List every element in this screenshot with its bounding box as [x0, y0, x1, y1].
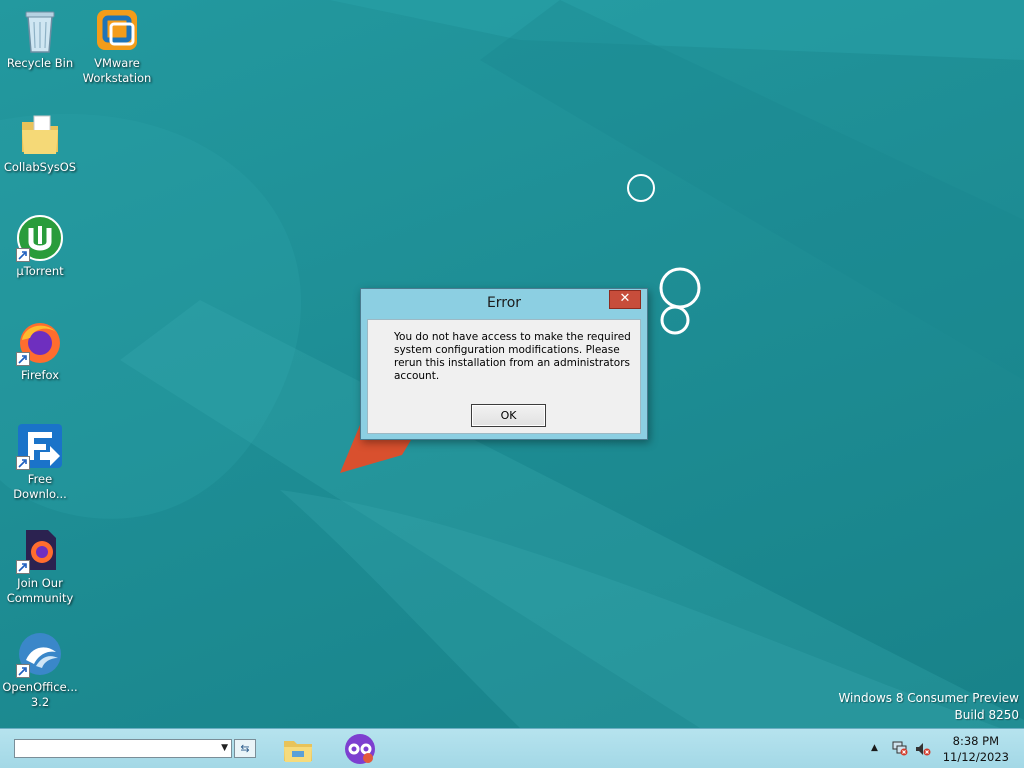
error-dialog: Error ✕ You do not have access to make t… [360, 288, 648, 440]
dialog-body: You do not have access to make the requi… [367, 319, 641, 434]
shortcut-arrow-icon [16, 664, 30, 678]
dialog-message: You do not have access to make the requi… [394, 331, 631, 382]
shortcut-arrow-icon [16, 560, 30, 574]
desktop-icon-firefox[interactable]: Firefox [0, 318, 80, 383]
desktop: Recycle Bin VMware Workstation CollabSys… [0, 0, 1024, 728]
desktop-icon-collabsysos[interactable]: CollabSysOS [0, 110, 80, 175]
file-explorer-icon[interactable] [281, 732, 315, 766]
volume-muted-icon[interactable] [915, 741, 931, 760]
shortcut-arrow-icon [16, 456, 30, 470]
shortcut-arrow-icon [16, 352, 30, 366]
desktop-icon-recycle-bin[interactable]: Recycle Bin [0, 6, 80, 71]
firefox-icon [16, 318, 64, 366]
desktop-icon-label: Recycle Bin [6, 56, 74, 70]
dialog-titlebar[interactable]: Error [361, 289, 647, 318]
shortcut-arrow-icon [16, 248, 30, 262]
clock-time: 8:38 PM [952, 734, 1000, 748]
vmware-icon [93, 6, 141, 54]
desktop-icon-utorrent[interactable]: µTorrent [0, 214, 80, 279]
ok-button[interactable]: OK [471, 404, 546, 427]
dialog-title: Error [486, 295, 522, 311]
community-firefox-icon [16, 526, 64, 574]
dialog-close-button[interactable]: ✕ [609, 290, 641, 309]
desktop-icon-openoffice[interactable]: OpenOffice... 3.2 [0, 630, 80, 710]
desktop-icon-label: Firefox [20, 368, 60, 382]
desktop-icon-label: Free Downlo... [13, 472, 67, 501]
tor-browser-icon[interactable] [343, 732, 377, 766]
recycle-bin-icon [16, 6, 64, 54]
tray-overflow-chevron[interactable]: ▲ [871, 743, 878, 753]
desktop-icon-join-our-community[interactable]: Join Our Community [0, 526, 80, 606]
desktop-icon-label: µTorrent [16, 264, 64, 278]
go-icon: ⇆ [240, 742, 250, 755]
clock-date: 11/12/2023 [942, 750, 1009, 764]
utorrent-icon [16, 214, 64, 262]
address-go-button[interactable]: ⇆ [234, 739, 256, 758]
close-icon: ✕ [619, 291, 631, 306]
build-watermark: Windows 8 Consumer Preview Build 8250 [838, 690, 1019, 724]
taskbar-address-field[interactable]: ▼ [14, 739, 232, 758]
network-error-icon[interactable] [892, 740, 908, 759]
desktop-icon-label: CollabSysOS [3, 160, 77, 174]
watermark-line1: Windows 8 Consumer Preview [838, 691, 1019, 705]
desktop-icon-label: Join Our Community [6, 576, 74, 605]
folder-icon [16, 110, 64, 158]
openoffice-icon [16, 630, 64, 678]
taskbar: ▼ ⇆ ▲ 8:38 PM 11/12/2023 [0, 728, 1024, 768]
watermark-line2: Build 8250 [954, 708, 1019, 722]
taskbar-clock[interactable]: 8:38 PM 11/12/2023 [943, 733, 1009, 765]
chevron-down-icon[interactable]: ▼ [221, 743, 228, 753]
free-download-manager-icon [16, 422, 64, 470]
desktop-icon-vmware-workstation[interactable]: VMware Workstation [77, 6, 157, 86]
desktop-icon-free-download-manager[interactable]: Free Downlo... [0, 422, 80, 502]
desktop-icon-label: VMware Workstation [82, 56, 152, 85]
desktop-icon-label: OpenOffice... 3.2 [2, 680, 78, 709]
